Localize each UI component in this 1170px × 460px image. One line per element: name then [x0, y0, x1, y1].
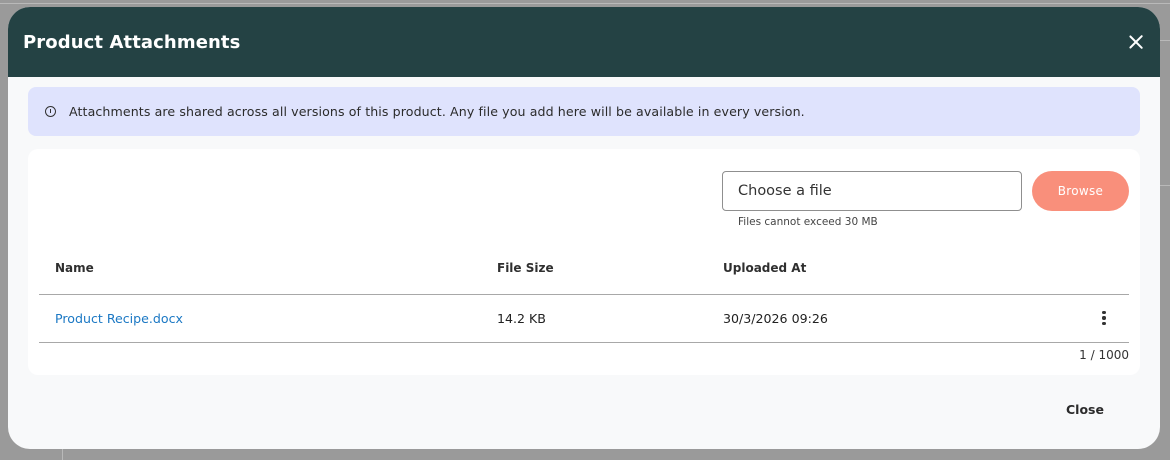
- close-icon[interactable]: [1128, 34, 1144, 50]
- file-input[interactable]: Choose a file: [722, 171, 1022, 211]
- modal-title: Product Attachments: [23, 31, 241, 53]
- browse-button[interactable]: Browse: [1032, 171, 1129, 211]
- column-header-name[interactable]: Name: [55, 261, 94, 275]
- column-header-file-size[interactable]: File Size: [497, 261, 554, 275]
- file-name-link[interactable]: Product Recipe.docx: [55, 311, 183, 326]
- row-divider: [39, 342, 1129, 343]
- backdrop-line: [1160, 40, 1170, 41]
- backdrop-line: [0, 3, 1170, 4]
- header-divider: [39, 294, 1129, 295]
- attachments-modal: Product Attachments Attachments are shar…: [8, 7, 1160, 449]
- info-banner: Attachments are shared across all versio…: [28, 87, 1140, 136]
- column-header-uploaded-at[interactable]: Uploaded At: [723, 261, 806, 275]
- backdrop-line: [62, 449, 63, 460]
- info-text: Attachments are shared across all versio…: [69, 104, 805, 119]
- more-vertical-icon[interactable]: [1096, 308, 1112, 328]
- info-circle-icon: [45, 106, 56, 117]
- attachments-card: Choose a file Files cannot exceed 30 MB …: [28, 149, 1140, 375]
- file-size-hint: Files cannot exceed 30 MB: [738, 216, 878, 228]
- pagination-text: 1 / 1000: [1079, 348, 1129, 362]
- backdrop-line: [1160, 185, 1170, 186]
- close-button[interactable]: Close: [1066, 402, 1104, 417]
- file-size-cell: 14.2 KB: [497, 311, 546, 326]
- uploaded-at-cell: 30/3/2026 09:26: [723, 311, 828, 326]
- modal-header: Product Attachments: [8, 7, 1160, 77]
